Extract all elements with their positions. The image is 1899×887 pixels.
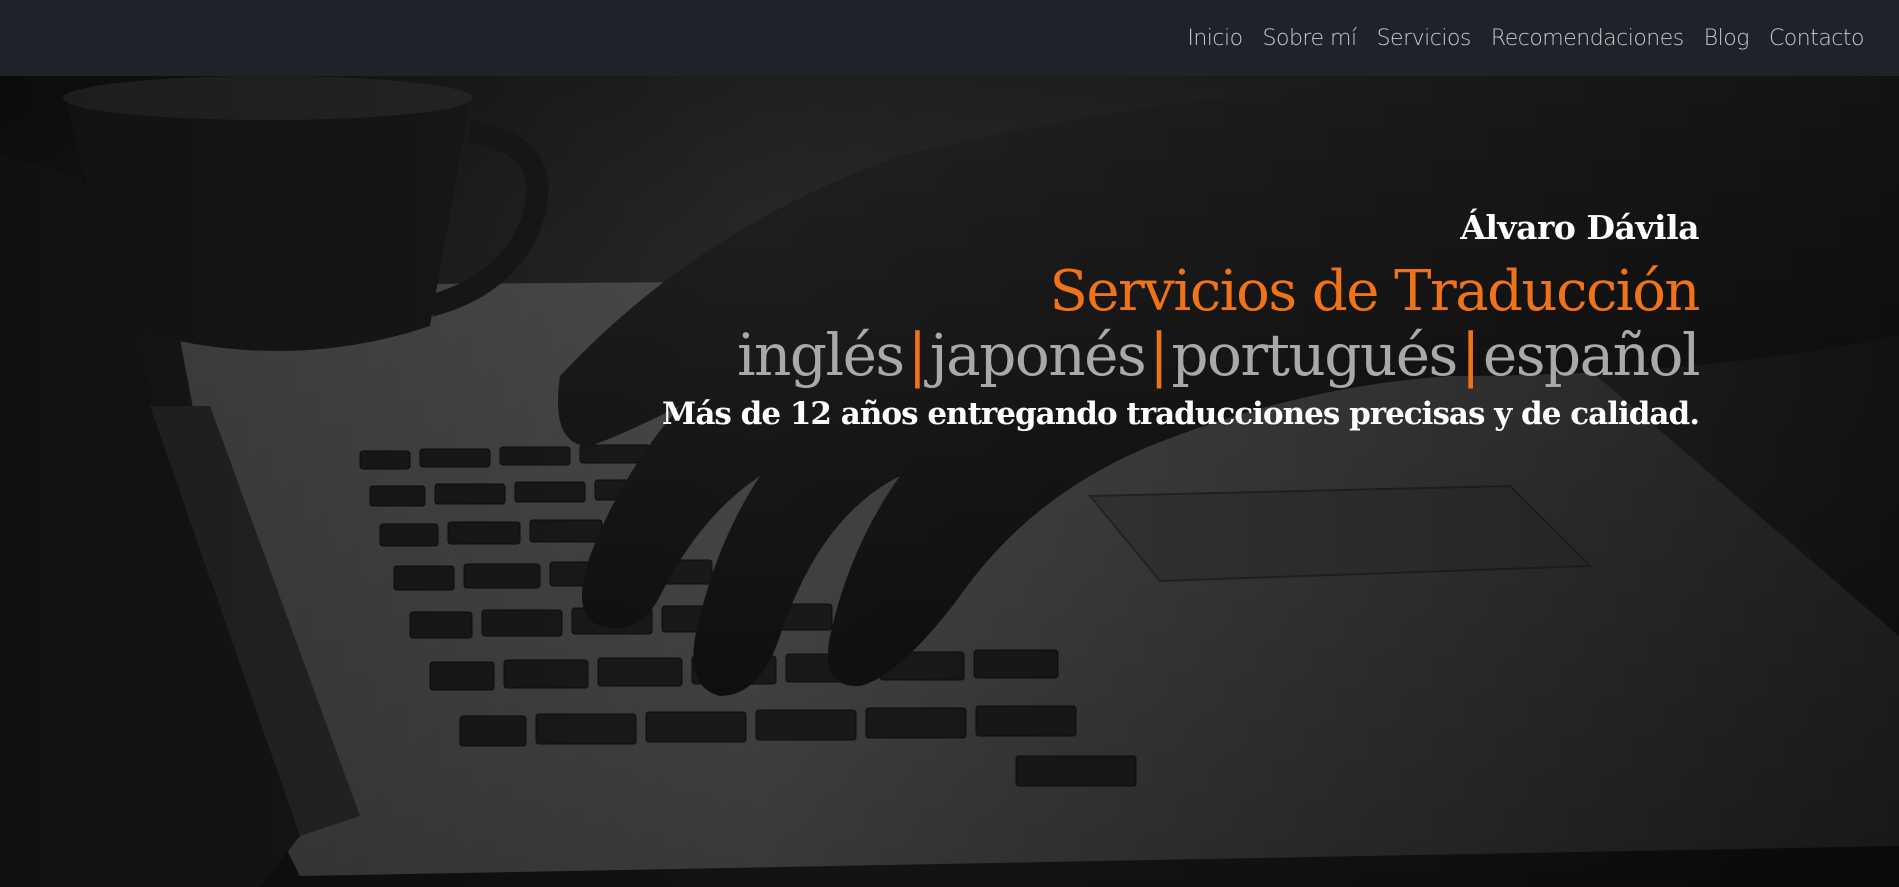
hero-tagline: Más de 12 años entregando traducciones p… — [662, 395, 1700, 432]
language-english: inglés — [736, 321, 905, 389]
nav-item-sobre-mi[interactable]: Sobre mí — [1253, 26, 1367, 51]
language-separator: | — [1149, 321, 1169, 389]
main-nav: Inicio Sobre mí Servicios Recomendacione… — [1177, 0, 1874, 76]
nav-item-inicio[interactable]: Inicio — [1177, 26, 1252, 51]
language-separator: | — [1460, 321, 1481, 389]
hero-text-block: Álvaro Dávila Servicios de Traducción in… — [662, 208, 1701, 432]
hero-background-image — [0, 76, 1899, 887]
page: Inicio Sobre mí Servicios Recomendacione… — [0, 0, 1899, 887]
author-name: Álvaro Dávila — [1460, 208, 1699, 247]
nav-item-contacto[interactable]: Contacto — [1759, 26, 1874, 51]
language-spanish: español — [1482, 321, 1701, 389]
nav-item-recomendaciones[interactable]: Recomendaciones — [1481, 26, 1694, 51]
hero-section: Álvaro Dávila Servicios de Traducción in… — [0, 76, 1899, 887]
language-separator: | — [907, 321, 928, 389]
nav-item-servicios[interactable]: Servicios — [1367, 26, 1481, 51]
language-portuguese: portugués — [1171, 321, 1458, 389]
hero-title: Servicios de Traducción — [1049, 259, 1701, 324]
language-japanese: japonés — [929, 321, 1147, 389]
top-navbar: Inicio Sobre mí Servicios Recomendacione… — [0, 0, 1899, 76]
nav-item-blog[interactable]: Blog — [1694, 26, 1759, 51]
language-list: inglés|japonés|portugués|español — [662, 321, 1701, 389]
